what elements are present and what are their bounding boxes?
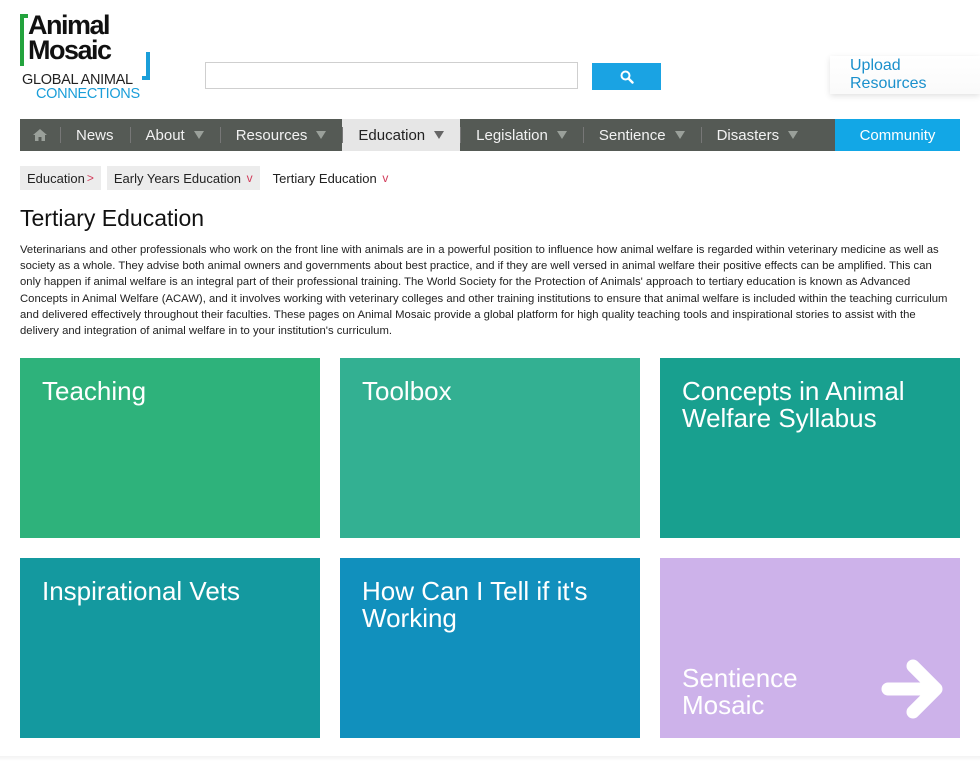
main-nav: News About Resources Education Legislati… — [20, 119, 960, 151]
nav-community[interactable]: Community — [835, 119, 960, 151]
tile-concepts-syllabus[interactable]: Concepts in Animal Welfare Syllabus — [660, 358, 960, 538]
breadcrumb-label: Education — [27, 170, 85, 186]
page-title: Tertiary Education — [20, 205, 205, 231]
tile-how-can-i-tell[interactable]: How Can I Tell if it's Working — [340, 558, 640, 738]
logo-word-mosaic: Mosaic — [28, 35, 112, 65]
caret-down-icon — [316, 131, 327, 139]
tile-title: Sentience Mosaic — [682, 663, 798, 720]
nav-education[interactable]: Education — [342, 119, 461, 151]
nav-about[interactable]: About — [129, 119, 220, 151]
caret-down-icon — [556, 131, 567, 139]
caret-down-icon — [674, 131, 685, 139]
tile-inspirational-vets[interactable]: Inspirational Vets — [20, 558, 320, 738]
nav-label: Education — [358, 126, 426, 144]
tile-title: Toolbox — [362, 376, 452, 406]
breadcrumb-label: Early Years Education — [113, 170, 242, 186]
tile-title: Inspirational Vets — [42, 576, 241, 606]
site-logo[interactable]: Animal Mosaic GLOBAL ANIMAL CONNECTIONS — [20, 12, 155, 102]
breadcrumb-separator: > — [86, 171, 94, 185]
nav-label: Sentience — [598, 126, 666, 144]
upload-resources-link[interactable]: Upload Resources — [830, 56, 980, 94]
nav-label: News — [76, 126, 114, 144]
caret-down-icon — [434, 131, 445, 139]
logo-tagline-2: CONNECTIONS — [36, 86, 140, 102]
search-input[interactable] — [205, 62, 578, 89]
nav-label: Resources — [235, 126, 308, 144]
arrow-right-icon — [881, 659, 943, 719]
nav-resources[interactable]: Resources — [219, 119, 343, 151]
nav-label: Legislation — [476, 126, 548, 144]
home-icon — [33, 129, 47, 141]
nav-label: About — [145, 126, 185, 144]
breadcrumb-tertiary[interactable]: Tertiary Education v — [266, 166, 396, 190]
breadcrumb-label: Tertiary Education — [272, 170, 377, 186]
logo-bracket-right — [142, 52, 150, 80]
tile-title: Concepts in Animal Welfare Syllabus — [682, 376, 905, 433]
tile-title: How Can I Tell if it's Working — [362, 576, 588, 633]
nav-label: Disasters — [716, 126, 780, 144]
caret-down-icon — [788, 131, 799, 139]
logo-bracket-left — [20, 14, 28, 66]
intro-paragraph: Veterinarians and other professionals wh… — [20, 244, 948, 338]
nav-news[interactable]: News — [60, 119, 130, 151]
tile-title: Teaching — [42, 376, 147, 406]
tile-toolbox[interactable]: Toolbox — [340, 358, 640, 538]
breadcrumb-separator: v — [382, 171, 389, 185]
breadcrumb: Education > Early Years Education v Terti… — [20, 166, 395, 190]
breadcrumb-separator: v — [246, 171, 253, 185]
caret-down-icon — [193, 131, 204, 139]
nav-sentience[interactable]: Sentience — [582, 119, 701, 151]
nav-legislation[interactable]: Legislation — [460, 119, 583, 151]
breadcrumb-education[interactable]: Education > — [20, 166, 101, 190]
tile-teaching[interactable]: Teaching — [20, 358, 320, 538]
search-button[interactable] — [592, 63, 661, 90]
nav-home[interactable] — [20, 119, 60, 151]
tile-sentience-mosaic[interactable]: Sentience Mosaic — [660, 558, 960, 738]
page-bottom-shadow — [0, 756, 980, 761]
nav-disasters[interactable]: Disasters — [700, 119, 815, 151]
breadcrumb-early-years[interactable]: Early Years Education v — [106, 166, 260, 190]
search-icon — [620, 70, 634, 84]
